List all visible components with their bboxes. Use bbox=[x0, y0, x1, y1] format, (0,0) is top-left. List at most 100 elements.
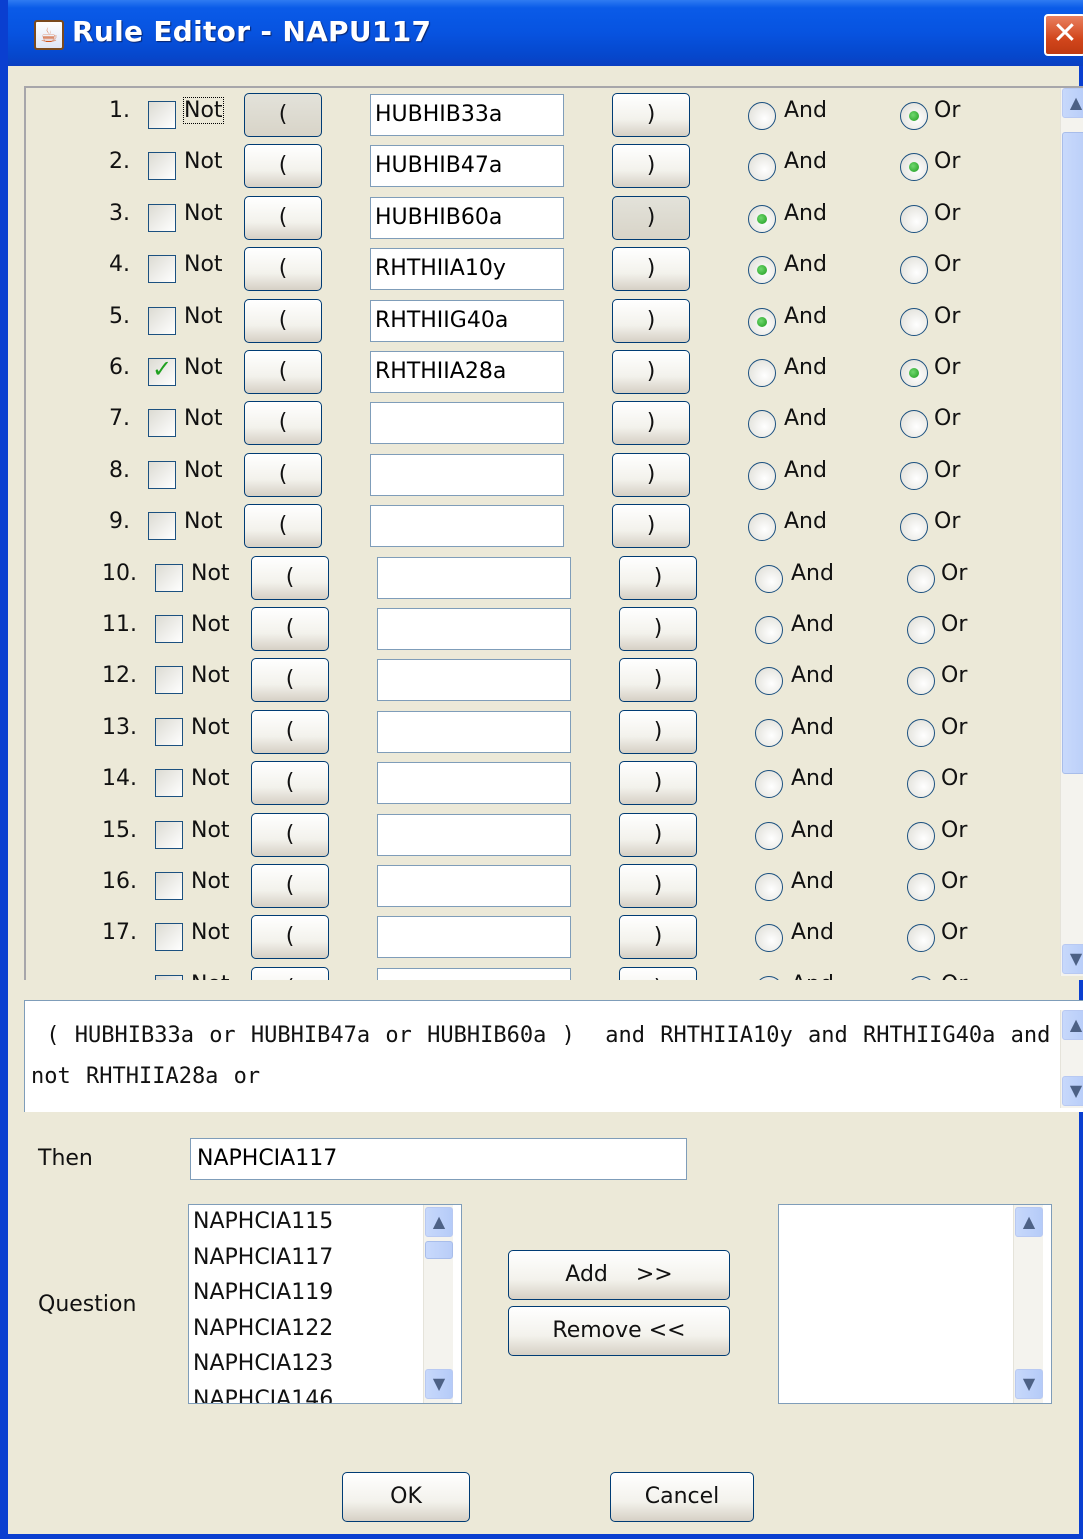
or-radio[interactable] bbox=[900, 153, 928, 182]
open-paren-button[interactable]: ( bbox=[251, 709, 329, 754]
open-paren-button[interactable]: ( bbox=[244, 401, 322, 446]
scroll-down-icon[interactable]: ▼ bbox=[425, 1369, 453, 1399]
close-paren-button[interactable]: ) bbox=[612, 298, 690, 343]
question-list-item[interactable]: NAPHCIA117 bbox=[193, 1245, 333, 1270]
scroll-up-icon[interactable]: ▲ bbox=[1015, 1207, 1043, 1237]
scroll-down-icon[interactable]: ▼ bbox=[1015, 1369, 1043, 1399]
or-radio[interactable] bbox=[900, 102, 928, 130]
or-radio[interactable] bbox=[907, 667, 935, 696]
and-radio[interactable] bbox=[755, 616, 783, 644]
remove-button[interactable]: Remove << bbox=[508, 1306, 730, 1356]
close-paren-button[interactable]: ) bbox=[619, 658, 697, 703]
open-paren-button[interactable]: ( bbox=[244, 195, 322, 240]
close-paren-button[interactable]: ) bbox=[612, 401, 690, 446]
open-paren-button[interactable]: ( bbox=[251, 555, 329, 600]
question-list[interactable]: ▲ ▼ NAPHCIA115 NAPHCIA117 NAPHCIA119 NAPHCI… bbox=[188, 1204, 462, 1404]
not-checkbox[interactable] bbox=[148, 512, 176, 541]
not-checkbox[interactable] bbox=[148, 203, 176, 232]
or-radio[interactable] bbox=[900, 410, 928, 439]
or-radio[interactable] bbox=[907, 975, 935, 980]
question-list-item[interactable]: NAPHCIA122 bbox=[193, 1316, 333, 1341]
and-radio[interactable] bbox=[755, 924, 783, 953]
selected-list-scrollbar[interactable]: ▲ ▼ bbox=[1013, 1205, 1043, 1403]
and-radio[interactable] bbox=[748, 461, 776, 490]
close-paren-button[interactable]: ) bbox=[619, 709, 697, 754]
scroll-thumb[interactable] bbox=[1062, 132, 1083, 774]
and-radio[interactable] bbox=[755, 770, 783, 799]
or-radio[interactable] bbox=[907, 821, 935, 850]
open-paren-button[interactable]: ( bbox=[251, 915, 329, 960]
close-paren-button[interactable]: ) bbox=[619, 915, 697, 960]
open-paren-button[interactable]: ( bbox=[244, 298, 322, 343]
or-radio[interactable] bbox=[900, 256, 928, 285]
not-checkbox[interactable] bbox=[148, 460, 176, 489]
or-radio[interactable] bbox=[907, 616, 935, 644]
or-radio[interactable] bbox=[900, 461, 928, 490]
condition-field[interactable]: HUBHIB33a bbox=[370, 94, 564, 136]
condition-field[interactable] bbox=[377, 608, 571, 650]
and-radio[interactable] bbox=[748, 410, 776, 439]
not-checkbox[interactable] bbox=[155, 820, 183, 849]
open-paren-button[interactable]: ( bbox=[244, 452, 322, 497]
and-radio[interactable] bbox=[748, 256, 776, 285]
or-radio[interactable] bbox=[907, 924, 935, 953]
condition-field[interactable] bbox=[377, 710, 571, 753]
scroll-up-icon[interactable]: ▲ bbox=[425, 1207, 453, 1237]
cancel-button[interactable]: Cancel bbox=[610, 1472, 754, 1522]
question-list-item[interactable]: NAPHCIA123 bbox=[193, 1351, 333, 1376]
not-checkbox[interactable]: ✓ bbox=[148, 355, 176, 386]
condition-field[interactable] bbox=[377, 916, 571, 959]
and-radio[interactable] bbox=[748, 359, 776, 387]
and-radio[interactable] bbox=[748, 153, 776, 182]
scroll-up-icon[interactable]: ▲ bbox=[1062, 88, 1083, 118]
open-paren-button[interactable]: ( bbox=[244, 93, 322, 137]
not-checkbox[interactable] bbox=[155, 717, 183, 746]
not-checkbox[interactable] bbox=[148, 152, 176, 181]
close-paren-button[interactable]: ) bbox=[619, 864, 697, 908]
and-radio[interactable] bbox=[755, 975, 783, 980]
question-list-item[interactable]: NAPHCIA119 bbox=[193, 1280, 333, 1305]
open-paren-button[interactable]: ( bbox=[244, 247, 322, 292]
close-paren-button[interactable]: ) bbox=[619, 812, 697, 857]
title-bar[interactable]: ☕ Rule Editor - NAPU117 ✕ bbox=[8, 0, 1083, 66]
condition-field[interactable] bbox=[370, 505, 564, 548]
open-paren-button[interactable]: ( bbox=[244, 350, 322, 394]
open-paren-button[interactable]: ( bbox=[251, 966, 329, 980]
selected-questions-list[interactable]: ▲ ▼ bbox=[778, 1204, 1052, 1404]
and-radio[interactable] bbox=[748, 102, 776, 130]
close-paren-button[interactable]: ) bbox=[612, 195, 690, 240]
condition-field[interactable] bbox=[377, 865, 571, 907]
question-list-scrollbar[interactable]: ▲ ▼ bbox=[423, 1205, 453, 1403]
expression-scrollbar[interactable]: ▲ ▼ bbox=[1060, 1010, 1083, 1108]
condition-field[interactable] bbox=[377, 762, 571, 805]
open-paren-button[interactable]: ( bbox=[251, 812, 329, 857]
close-paren-button[interactable]: ) bbox=[619, 761, 697, 806]
rules-scrollbar[interactable]: ▲ ▼ bbox=[1060, 88, 1083, 976]
open-paren-button[interactable]: ( bbox=[244, 504, 322, 549]
open-paren-button[interactable]: ( bbox=[251, 658, 329, 703]
close-button[interactable]: ✕ bbox=[1044, 14, 1083, 56]
not-checkbox[interactable] bbox=[148, 101, 176, 129]
or-radio[interactable] bbox=[907, 873, 935, 901]
close-paren-button[interactable]: ) bbox=[619, 607, 697, 651]
not-checkbox[interactable] bbox=[148, 409, 176, 438]
and-radio[interactable] bbox=[748, 204, 776, 233]
scroll-thumb[interactable] bbox=[425, 1241, 453, 1259]
close-paren-button[interactable]: ) bbox=[612, 144, 690, 189]
ok-button[interactable]: OK bbox=[342, 1472, 470, 1522]
and-radio[interactable] bbox=[755, 873, 783, 901]
not-checkbox[interactable] bbox=[155, 563, 183, 592]
condition-field[interactable] bbox=[377, 659, 571, 702]
close-paren-button[interactable]: ) bbox=[619, 555, 697, 600]
open-paren-button[interactable]: ( bbox=[244, 144, 322, 189]
and-radio[interactable] bbox=[755, 718, 783, 747]
and-radio[interactable] bbox=[755, 667, 783, 696]
condition-field[interactable] bbox=[370, 453, 564, 496]
and-radio[interactable] bbox=[748, 513, 776, 542]
or-radio[interactable] bbox=[900, 359, 928, 387]
close-paren-button[interactable]: ) bbox=[612, 247, 690, 292]
scroll-up-icon[interactable]: ▲ bbox=[1062, 1010, 1083, 1040]
add-button[interactable]: Add >> bbox=[508, 1250, 730, 1300]
not-checkbox[interactable] bbox=[155, 666, 183, 695]
not-checkbox[interactable] bbox=[155, 769, 183, 798]
